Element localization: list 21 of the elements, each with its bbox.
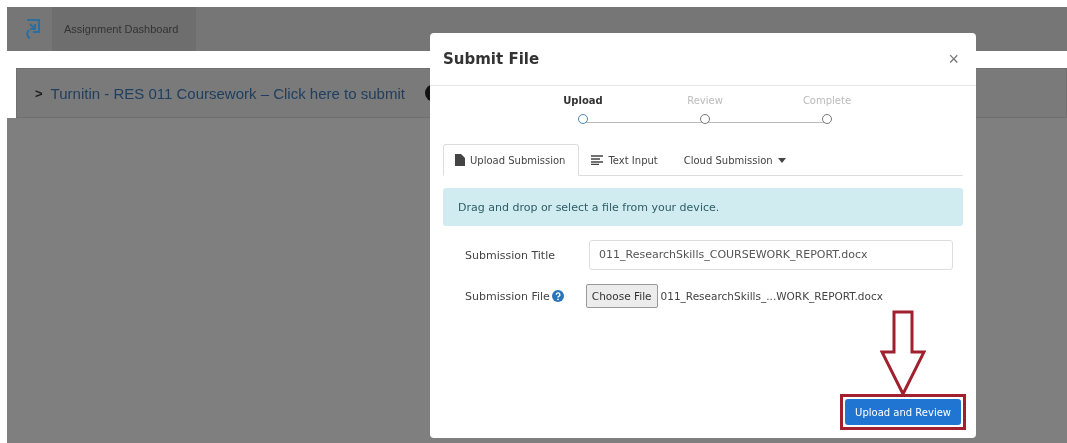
caret-icon bbox=[777, 157, 786, 163]
close-button[interactable]: × bbox=[944, 48, 963, 70]
field-label: Submission Title bbox=[465, 248, 555, 262]
tab[interactable]: Cloud Submission bbox=[671, 144, 800, 176]
text-lines-icon bbox=[591, 155, 604, 165]
step-label: Review bbox=[687, 95, 723, 106]
step-label: Upload bbox=[563, 95, 603, 106]
choose-file-button[interactable]: Choose File bbox=[585, 284, 658, 308]
file-name: 011_ResearchSkills_...WORK_REPORT.docx bbox=[660, 290, 883, 302]
tab[interactable]: Upload Submission bbox=[443, 144, 580, 176]
dialog-title: Submit File bbox=[443, 50, 540, 68]
title-input[interactable]: 011_ResearchSkills_COURSEWORK_REPORT.docx bbox=[589, 240, 953, 270]
info-message: Drag and drop or select a file from your device. bbox=[443, 188, 963, 226]
field-label: Submission File bbox=[465, 289, 550, 303]
help-icon[interactable] bbox=[551, 290, 564, 302]
expand-toggle[interactable]: > bbox=[35, 85, 43, 101]
document-icon bbox=[455, 154, 465, 166]
tab[interactable]: Text Input bbox=[579, 144, 672, 176]
upload-and-review-button[interactable]: Upload and Review bbox=[845, 399, 961, 425]
logo-icon bbox=[24, 18, 42, 40]
step-label: Complete bbox=[802, 95, 852, 106]
